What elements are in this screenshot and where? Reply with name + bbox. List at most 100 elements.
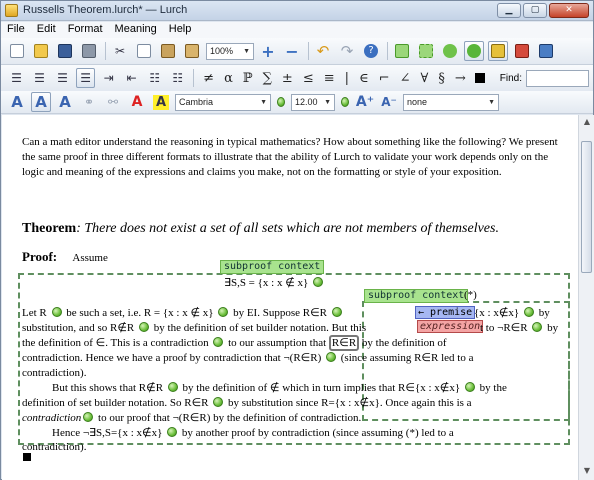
indent-icon[interactable]: ⇥ <box>99 68 118 88</box>
symbol-neq[interactable]: ≠ <box>203 71 214 86</box>
paste-icon[interactable] <box>158 41 178 61</box>
subproof-context-tag-2[interactable]: subproof context <box>364 289 469 303</box>
valid-icon[interactable] <box>213 337 224 347</box>
text-style-a-icon[interactable]: A <box>7 92 27 112</box>
link-icon[interactable]: ⚭ <box>79 92 99 112</box>
symbol-plusminus[interactable]: ± <box>282 71 293 86</box>
redo-icon[interactable]: ↷ <box>337 41 357 61</box>
valid-icon[interactable] <box>213 397 224 407</box>
numbered-list-icon[interactable]: ☷ <box>168 68 187 88</box>
highlight-color-icon[interactable]: A <box>151 92 171 112</box>
scroll-thumb[interactable] <box>581 141 592 273</box>
align-justify-icon[interactable]: ☰ <box>76 68 96 88</box>
close-button[interactable]: ✕ <box>549 3 589 18</box>
symbol-equiv[interactable]: ≡ <box>324 71 335 86</box>
proof-line-2-tail: t to ¬R∈R by <box>480 321 558 336</box>
subproof-context-tag[interactable]: subproof context <box>220 260 325 274</box>
align-right-icon[interactable]: ☰ <box>53 68 72 88</box>
expression-tag[interactable]: expression <box>417 320 484 333</box>
menu-help[interactable]: Help <box>163 22 198 38</box>
undo-icon[interactable]: ↶ <box>313 41 333 61</box>
cut-icon[interactable]: ✂ <box>110 41 130 61</box>
menu-edit[interactable]: Edit <box>31 22 62 38</box>
valid-icon[interactable] <box>83 412 94 422</box>
proof-text-italic: contradiction <box>22 412 82 424</box>
font-size-select[interactable]: 12.00 ▼ <box>291 93 335 111</box>
valid-icon[interactable] <box>532 322 543 332</box>
menu-format[interactable]: Format <box>62 22 109 38</box>
bubble-insert-icon[interactable] <box>392 41 412 61</box>
assume-formula: ∃S,S = {x : x ∉ x} <box>224 277 309 289</box>
symbol-alpha[interactable]: α <box>224 71 233 86</box>
symbol-powerset[interactable]: ℙ <box>243 71 253 86</box>
valid-icon[interactable] <box>331 307 342 317</box>
font-apply-icon[interactable] <box>275 92 287 112</box>
valid-icon[interactable] <box>139 322 150 332</box>
cancel-icon[interactable] <box>512 41 532 61</box>
save-icon[interactable] <box>55 41 75 61</box>
unlink-icon[interactable]: ⚯ <box>103 92 123 112</box>
document-editor[interactable]: Can a math editor understand the reasoni… <box>2 115 578 480</box>
symbol-angle[interactable]: ∠ <box>400 71 411 86</box>
proof-text: by the <box>476 382 507 394</box>
bubble-gear-icon[interactable] <box>440 41 460 61</box>
text-outline-a-icon[interactable]: A <box>31 92 51 112</box>
text-color-icon[interactable]: A <box>127 92 147 112</box>
grow-font-icon[interactable]: A⁺ <box>355 92 375 112</box>
help-icon[interactable]: ? <box>361 41 381 61</box>
symbol-arrow[interactable]: → <box>455 71 466 86</box>
theorem-statement: : There does not exist a set of all sets… <box>76 221 499 236</box>
lock-icon[interactable] <box>488 41 508 61</box>
zoom-out-icon[interactable]: − <box>282 41 302 61</box>
title-bar: Russells Theorem.lurch* — Lurch ▁ ▢ ✕ <box>1 1 593 21</box>
proof-text: definition of set builder notation. So R… <box>22 397 212 409</box>
symbol-leq[interactable]: ≤ <box>303 71 314 86</box>
size-apply-icon[interactable] <box>339 92 351 112</box>
align-center-icon[interactable]: ☰ <box>30 68 49 88</box>
zoom-in-icon[interactable]: + <box>258 41 278 61</box>
scroll-up-icon[interactable]: ▲ <box>581 117 593 129</box>
align-left-icon[interactable]: ☰ <box>7 68 26 88</box>
paste-special-icon[interactable] <box>182 41 202 61</box>
menu-meaning[interactable]: Meaning <box>109 22 163 38</box>
valid-icon[interactable] <box>313 277 324 287</box>
text-shadow-a-icon[interactable]: A <box>55 92 75 112</box>
print-icon[interactable] <box>79 41 99 61</box>
symbol-forall[interactable]: ∀ <box>420 71 428 86</box>
menu-file[interactable]: File <box>1 22 31 38</box>
valid-icon[interactable] <box>326 352 336 362</box>
open-folder-icon[interactable] <box>31 41 51 61</box>
valid-icon[interactable] <box>167 427 178 437</box>
symbol-not[interactable]: ⌐ <box>379 71 390 86</box>
valid-icon[interactable] <box>51 307 62 317</box>
valid-icon[interactable] <box>523 307 534 317</box>
style-select[interactable]: none ▼ <box>403 93 499 111</box>
outdent-icon[interactable]: ⇤ <box>122 68 141 88</box>
valid-icon[interactable] <box>167 382 178 392</box>
maximize-button[interactable]: ▢ <box>523 3 547 18</box>
valid-icon[interactable] <box>218 307 229 317</box>
copy-icon[interactable] <box>134 41 154 61</box>
premise-tag[interactable]: ← premise <box>415 306 476 319</box>
font-family-select[interactable]: Cambria ▼ <box>175 93 271 111</box>
shrink-font-icon[interactable]: A⁻ <box>379 92 399 112</box>
symbol-sum[interactable]: ∑ <box>263 71 272 86</box>
end-proof-icon[interactable] <box>471 68 490 88</box>
zoom-select[interactable]: 100% ▼ <box>206 42 254 60</box>
proof-text: (since assuming R∈R led to a <box>338 352 474 364</box>
bullet-list-icon[interactable]: ☷ <box>145 68 164 88</box>
new-document-icon[interactable] <box>7 41 27 61</box>
vertical-scrollbar[interactable]: ▲ ▼ <box>578 115 594 480</box>
bubble-wrap-icon[interactable] <box>416 41 436 61</box>
minimize-button[interactable]: ▁ <box>497 3 521 18</box>
symbol-bar[interactable]: | <box>345 71 349 86</box>
selected-expression[interactable]: R∈R <box>328 335 360 351</box>
symbol-in[interactable]: ∈ <box>359 71 369 86</box>
find-input[interactable] <box>525 69 589 87</box>
theorem-line: Theorem: There does not exist a set of a… <box>22 221 499 236</box>
info-icon[interactable] <box>536 41 556 61</box>
scroll-down-icon[interactable]: ▼ <box>581 466 593 478</box>
symbol-section[interactable]: § <box>438 71 445 86</box>
meaning-toggle-icon[interactable] <box>464 41 484 61</box>
valid-icon[interactable] <box>464 382 475 392</box>
